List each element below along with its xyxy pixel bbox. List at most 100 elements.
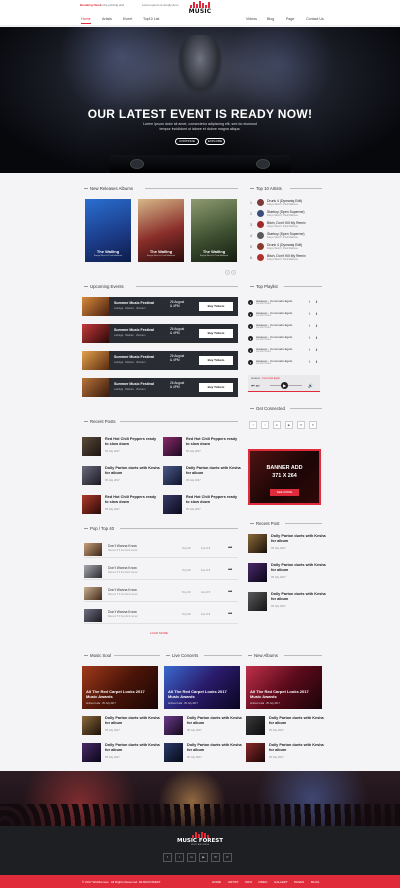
twitter-icon[interactable]: t	[261, 421, 269, 429]
post-item[interactable]: Dolly Parton duets with Kesha for album 0…	[163, 466, 241, 485]
more-icon[interactable]: •••	[228, 611, 232, 617]
breaking-text-2[interactable]: Lorem ipsum is simply dum	[142, 3, 178, 7]
twitter-icon[interactable]: t	[175, 853, 184, 862]
nav-videos[interactable]: Videos	[246, 17, 257, 21]
post-item[interactable]: Dolly Parton duets with Kesha for album 0…	[248, 592, 326, 611]
prev-icon[interactable]: ⏮	[251, 383, 255, 388]
dj-deck	[110, 155, 290, 173]
post-item[interactable]: Red Hot Chili Peppers ready to slow down…	[163, 495, 239, 514]
pinterest-icon[interactable]: P	[309, 421, 317, 429]
nav-event[interactable]: Event	[123, 17, 132, 21]
feature-card[interactable]: All The Red Carpet Looks 2017 Music Awar…	[164, 666, 240, 709]
main-nav: Home Artists Event Top10 List Videos Blo…	[0, 13, 400, 26]
more-icon[interactable]: •••	[228, 589, 232, 595]
track-row[interactable]: Don't Wanna Know Maroon 5 ft Kendrick Lam…	[84, 607, 238, 624]
pinterest-icon[interactable]: P	[223, 853, 232, 862]
buy-tickets-button[interactable]: Buy Tickets	[199, 356, 233, 365]
footer-link-pages[interactable]: PAGES	[294, 880, 304, 884]
post-item[interactable]: Dolly Parton duets with Kesha for album 0…	[164, 743, 242, 762]
post-item[interactable]: Dolly Parton duets with Kesha for album 0…	[164, 716, 242, 735]
artist-row[interactable]: 3 Bitch, Don't Kill My Remix Kanye West ft…	[250, 221, 325, 230]
footer-link-gallery[interactable]: GALLERY	[274, 880, 288, 884]
post-item[interactable]: Red Hot Chili Peppers ready to slow down…	[82, 437, 158, 456]
more-icon[interactable]: •••	[228, 545, 232, 551]
playlist-item[interactable]: Aeraeon - Commodo Egulo Leonard Kame ⇧ ⬇	[248, 358, 320, 368]
nav-home[interactable]: Home	[81, 17, 91, 24]
events-header: Upcoming Events	[84, 284, 238, 290]
playlist-item[interactable]: Aeraeon - Commodo Egulo Leonard Kame ⇧ ⬇	[248, 346, 320, 356]
volume-icon[interactable]: 🔊	[308, 383, 313, 388]
post-item[interactable]: Red Hot Chili Peppers ready to slow down…	[163, 437, 239, 456]
footer-link-blog[interactable]: BLOG	[311, 880, 319, 884]
feature-card[interactable]: All The Red Carpet Looks 2017 Music Awar…	[82, 666, 158, 709]
buy-tickets-button[interactable]: Buy Tickets	[199, 329, 233, 338]
more-icon[interactable]: •••	[228, 567, 232, 573]
buy-tickets-button[interactable]: Buy Tickets	[199, 383, 233, 392]
artist-row[interactable]: 2 Starboy (Spen Superme) Kanye West ft. Pa…	[250, 210, 325, 219]
album-card[interactable]: The Walling Kanye West ft. Paul Madrese	[85, 199, 131, 262]
post-item[interactable]: Dolly Parton duets with Kesha for album 0…	[82, 716, 160, 735]
facebook-icon[interactable]: f	[249, 421, 257, 429]
share-icon: ⇧	[308, 300, 311, 304]
track-row[interactable]: Don't Wanna Know Maroon 5 ft Kendrick Lam…	[84, 541, 238, 558]
track-row[interactable]: Don't Wanna Know Maroon 5 ft Kendrick Lam…	[84, 563, 238, 580]
post-item[interactable]: Dolly Parton duets with Kesha for album 0…	[82, 466, 160, 485]
track-row[interactable]: Don't Wanna Know Maroon 5 ft Kendrick Lam…	[84, 585, 238, 602]
post-item[interactable]: Dolly Parton duets with Kesha for album 0…	[248, 534, 326, 553]
next-arrow-icon[interactable]: ›	[231, 270, 236, 275]
footer-link-info[interactable]: INFO	[245, 880, 252, 884]
play-button[interactable]: ▶	[281, 382, 288, 389]
youtube-icon[interactable]: ▶	[199, 853, 208, 862]
see-more-button[interactable]: SEE MORE	[270, 489, 299, 496]
continue-button[interactable]: CONTINUE	[175, 138, 199, 145]
post-item[interactable]: Red Hot Chili Peppers ready to slow down…	[82, 495, 158, 514]
explore-button[interactable]: EXPLORE	[205, 138, 225, 145]
artist-row[interactable]: 6 Bitch, Don't Kill My Remix Kanye West ft…	[250, 254, 325, 263]
prev-arrow-icon[interactable]: ‹	[225, 270, 230, 275]
post-item[interactable]: Dolly Parton duets with Kesha for album 0…	[82, 743, 160, 762]
artist-row[interactable]: 5 Drunk 4 (Dymaniq Edit) Kanye West ft. Pa…	[250, 243, 325, 252]
album-title: The Walling	[202, 249, 226, 254]
banner-ad[interactable]: BANNER ADD 371 X 264 SEE MORE	[248, 449, 321, 505]
next-icon[interactable]: ⏭	[256, 383, 260, 388]
album-artist: Kanye West ft. Paul Madrese	[199, 255, 229, 257]
play-icon	[248, 300, 253, 305]
nav-blog[interactable]: Blog	[267, 17, 274, 21]
facebook-icon[interactable]: f	[163, 853, 172, 862]
feature-card[interactable]: All The Red Carpet Looks 2017 Music Awar…	[246, 666, 322, 709]
buy-tickets-button[interactable]: Buy Tickets	[199, 302, 233, 311]
album-card[interactable]: The Walling Kanye West ft. Paul Madrese	[138, 199, 184, 262]
avatar	[257, 221, 264, 228]
download-icon: ⬇	[315, 300, 318, 304]
avatar	[257, 199, 264, 206]
footer-link-video[interactable]: VIDEO	[258, 880, 267, 884]
post-item[interactable]: Dolly Parton duets with Kesha for album 0…	[246, 716, 324, 735]
playlist-item[interactable]: Aeraeon - Commodo Egulo Leonard Kame ⇧ ⬇	[248, 322, 320, 332]
playlist-item[interactable]: Aeraeon - Commodo Egulo Leonard Kame ⇧ ⬇	[248, 310, 320, 320]
footer-link-home[interactable]: HOME	[212, 880, 221, 884]
linkedin-icon[interactable]: in	[187, 853, 196, 862]
post-item[interactable]: Dolly Parton duets with Kesha for album 0…	[248, 563, 326, 582]
linkedin-icon[interactable]: in	[273, 421, 281, 429]
breaking-text[interactable]: In the printing and	[100, 3, 124, 7]
playlist-item[interactable]: Aeraeon - Commodo Egulo Leonard Kame ⇧ ⬇	[248, 334, 320, 344]
youtube-icon[interactable]: ▶	[285, 421, 293, 429]
nav-contact[interactable]: Contact Us	[306, 17, 324, 21]
nav-top10[interactable]: Top10 List	[143, 17, 159, 21]
nav-page[interactable]: Page	[286, 17, 294, 21]
artist-row[interactable]: 4 Starboy (Spen Superme) Kanye West ft. Pa…	[250, 232, 325, 241]
load-more-link[interactable]: LOAD MORE	[150, 631, 168, 635]
live-concerts-header: Live Concerts	[166, 653, 242, 659]
playlist-item[interactable]: Aeraeon - Commodo Egulo Leonard Kame ⇧ ⬇	[248, 298, 320, 308]
post-item[interactable]: Dolly Parton duets with Kesha for album 0…	[246, 743, 324, 762]
mail-icon[interactable]: ✉	[297, 421, 305, 429]
footer-link-artist[interactable]: ARTIST	[228, 880, 239, 884]
avatar	[257, 210, 264, 217]
mail-icon[interactable]: ✉	[211, 853, 220, 862]
event-row: Summer Music Festival LaJolga , Mainan , …	[82, 378, 238, 397]
album-card[interactable]: The Walling Kanye West ft. Paul Madrese	[191, 199, 237, 262]
hero-text: Lorem ipsum dolor sit amet, consectetur …	[143, 122, 257, 131]
artist-row[interactable]: 1 Drunk 4 (Dymaniq Edit) Kanye West ft. Pa…	[250, 199, 325, 208]
footer-logo[interactable]: MUSIC FOREST MUSIC AND MEDIA	[175, 832, 225, 846]
nav-artists[interactable]: Artists	[102, 17, 112, 21]
